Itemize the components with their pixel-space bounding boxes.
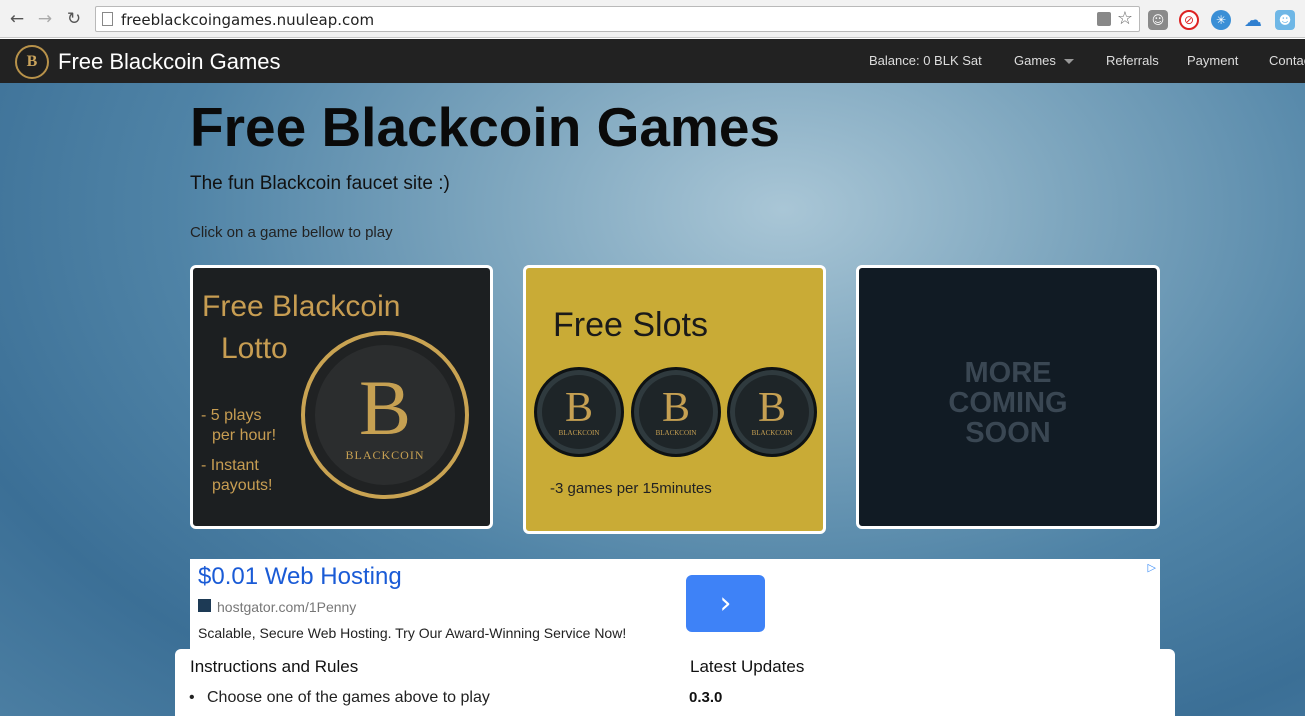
balance-link[interactable]: Balance: 0 BLK Sat: [869, 53, 982, 68]
contact-link[interactable]: Contac: [1269, 53, 1305, 68]
logo-letter: B: [26, 53, 38, 70]
instruction-item: Choose one of the games above to play: [189, 689, 490, 707]
coin-letter: B: [358, 363, 412, 451]
games-dropdown[interactable]: Games: [1014, 53, 1074, 68]
coming-soon-text: MORE COMING SOON: [859, 358, 1157, 448]
instruction-text: Click on a game bellow to play: [190, 224, 393, 241]
reload-icon[interactable]: ↻: [63, 8, 85, 30]
coin-letter: B: [757, 385, 786, 431]
hostgator-favicon-icon: [198, 599, 211, 612]
version-label: 0.3.0: [689, 689, 723, 706]
ad-title-link[interactable]: $0.01 Web Hosting: [198, 563, 402, 591]
lotto-feature-2b: payouts!: [212, 477, 273, 494]
lotto-title-line1: Free Blackcoin: [202, 290, 401, 323]
browser-toolbar: ← → ↻ freeblackcoingames.nuuleap.com ☆ ☺…: [0, 0, 1305, 38]
info-panel: Instructions and Rules Choose one of the…: [175, 649, 1175, 716]
coming-soon-line1: MORE: [964, 357, 1052, 389]
coin-name: BLACKCOIN: [751, 429, 793, 437]
coin-name: BLACKCOIN: [558, 429, 600, 437]
ad-url-link[interactable]: hostgator.com/1Penny: [217, 599, 356, 615]
slot-coin-icon: B BLACKCOIN: [534, 367, 624, 457]
slot-coin-icon: B BLACKCOIN: [727, 367, 817, 457]
payment-link[interactable]: Payment: [1187, 53, 1238, 68]
adchoices-icon[interactable]: ▷: [1148, 561, 1156, 574]
block-icon[interactable]: ⊘: [1179, 10, 1199, 30]
lotto-feature-1b: per hour!: [212, 427, 277, 444]
ad-description: Scalable, Secure Web Hosting. Try Our Aw…: [198, 625, 627, 641]
coming-soon-line3: SOON: [965, 417, 1051, 449]
coin-name: BLACKCOIN: [345, 447, 425, 462]
tagline: The fun Blackcoin faucet site :): [190, 173, 450, 194]
advertisement[interactable]: $0.01 Web Hosting hostgator.com/1Penny S…: [190, 559, 1160, 654]
forward-icon[interactable]: →: [34, 8, 56, 30]
back-icon[interactable]: ←: [6, 8, 28, 30]
site-navbar: B Free Blackcoin Games Balance: 0 BLK Sa…: [0, 39, 1305, 83]
blackcoin-logo[interactable]: B: [15, 45, 49, 79]
coming-soon-line2: COMING: [948, 387, 1068, 419]
coin-name: BLACKCOIN: [655, 429, 697, 437]
extension-face-icon[interactable]: ☻: [1275, 10, 1295, 30]
lotto-feature-1a: - 5 plays: [201, 407, 262, 424]
lotto-game-card[interactable]: Free Blackcoin Lotto - 5 plays per hour!…: [190, 265, 493, 529]
chevron-right-icon: ›: [719, 586, 732, 621]
extension-robot-icon[interactable]: ☺: [1148, 10, 1168, 30]
address-bar[interactable]: freeblackcoingames.nuuleap.com ☆: [95, 6, 1140, 32]
coin-letter: B: [564, 385, 593, 431]
coin-letter: B: [661, 385, 690, 431]
instructions-heading: Instructions and Rules: [190, 657, 359, 676]
slots-title: Free Slots: [553, 306, 708, 344]
cloud-icon[interactable]: ☁: [1243, 10, 1263, 31]
lotto-feature-2a: - Instant: [201, 457, 259, 474]
slots-game-card[interactable]: Free Slots B BLACKCOIN B BLACKCOIN B BLA…: [523, 265, 826, 534]
brand-link[interactable]: Free Blackcoin Games: [58, 49, 281, 75]
translate-icon[interactable]: [1097, 12, 1111, 26]
referrals-link[interactable]: Referrals: [1106, 53, 1159, 68]
ad-arrow-button[interactable]: ›: [686, 575, 765, 632]
page-title: Free Blackcoin Games: [190, 96, 781, 158]
url-text[interactable]: freeblackcoingames.nuuleap.com: [121, 11, 374, 29]
updates-heading: Latest Updates: [690, 657, 805, 676]
bookmark-star-icon[interactable]: ☆: [1117, 8, 1133, 29]
blackcoin-coin-icon: B BLACKCOIN: [301, 331, 469, 499]
games-label: Games: [1014, 53, 1056, 68]
extension-blue-icon[interactable]: ✳: [1211, 10, 1231, 30]
chevron-down-icon: [1063, 59, 1074, 65]
slots-limit-text: -3 games per 15minutes: [550, 480, 712, 497]
main-content: Free Blackcoin Games The fun Blackcoin f…: [0, 83, 1305, 716]
page-icon: [102, 12, 113, 26]
lotto-features: - 5 plays per hour! - Instant payouts!: [201, 406, 276, 496]
coming-soon-card: MORE COMING SOON: [856, 265, 1160, 529]
slot-coin-icon: B BLACKCOIN: [631, 367, 721, 457]
